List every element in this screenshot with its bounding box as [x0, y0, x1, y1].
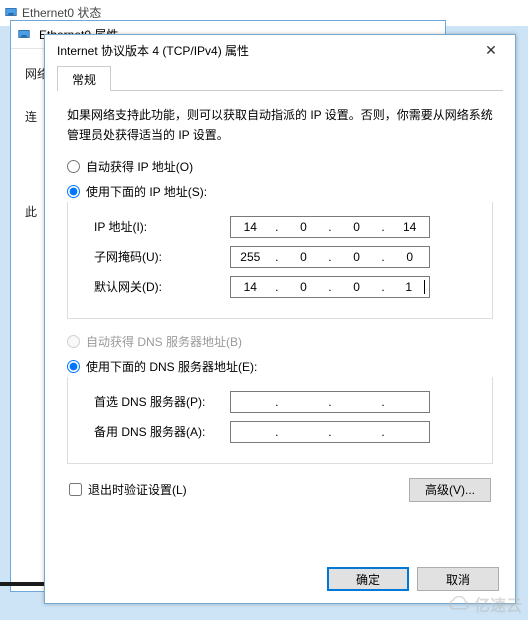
radio-ip-auto[interactable] — [67, 160, 80, 173]
radio-ip-manual-row[interactable]: 使用下面的 IP 地址(S): — [67, 183, 493, 200]
validate-on-exit-row[interactable]: 退出时验证设置(L) — [69, 481, 187, 498]
status-window-title: Ethernet0 状态 — [22, 4, 101, 21]
radio-dns-manual[interactable] — [67, 360, 80, 373]
input-default-gateway[interactable]: 14. 0. 0. 1 — [230, 276, 430, 298]
watermark: 亿速云 — [446, 592, 522, 616]
cancel-button[interactable]: 取消 — [417, 567, 499, 591]
radio-dns-auto-label: 自动获得 DNS 服务器地址(B) — [86, 333, 242, 350]
dialog-buttons: 确定 取消 — [319, 567, 499, 591]
taskbar-fragment — [0, 582, 44, 586]
radio-ip-manual-label: 使用下面的 IP 地址(S): — [86, 183, 207, 200]
row-subnet-mask: 子网掩码(U): 255. 0. 0. 0 — [80, 246, 480, 268]
footer-row: 退出时验证设置(L) 高级(V)... — [69, 478, 491, 502]
row-dns-alternate: 备用 DNS 服务器(A): . . . — [80, 421, 480, 443]
row-dns-preferred: 首选 DNS 服务器(P): . . . — [80, 391, 480, 413]
radio-dns-manual-row[interactable]: 使用下面的 DNS 服务器地址(E): — [67, 358, 493, 375]
advanced-button[interactable]: 高级(V)... — [409, 478, 491, 502]
input-dns-preferred[interactable]: . . . — [230, 391, 430, 413]
label-validate-on-exit: 退出时验证设置(L) — [88, 481, 187, 498]
label-default-gateway: 默认网关(D): — [80, 278, 230, 295]
dialog-titlebar: Internet 协议版本 4 (TCP/IPv4) 属性 ✕ — [45, 35, 515, 65]
cloud-icon — [446, 596, 472, 612]
tab-general[interactable]: 常规 — [57, 66, 111, 91]
dialog-body: 如果网络支持此功能，则可以获取自动指派的 IP 设置。否则，你需要从网络系统管理… — [45, 91, 515, 508]
label-subnet-mask: 子网掩码(U): — [80, 248, 230, 265]
ip-group: IP 地址(I): 14. 0. 0. 14 子网掩码(U): 255. 0. … — [67, 202, 493, 319]
row-ip-address: IP 地址(I): 14. 0. 0. 14 — [80, 216, 480, 238]
ethernet-icon — [17, 27, 31, 41]
input-ip-address[interactable]: 14. 0. 0. 14 — [230, 216, 430, 238]
radio-ip-auto-row[interactable]: 自动获得 IP 地址(O) — [67, 158, 493, 175]
ok-button[interactable]: 确定 — [327, 567, 409, 591]
radio-dns-manual-label: 使用下面的 DNS 服务器地址(E): — [86, 358, 257, 375]
ethernet-icon — [4, 5, 18, 19]
close-button[interactable]: ✕ — [477, 39, 505, 61]
row-default-gateway: 默认网关(D): 14. 0. 0. 1 — [80, 276, 480, 298]
label-ip-address: IP 地址(I): — [80, 218, 230, 235]
radio-dns-auto-row: 自动获得 DNS 服务器地址(B) — [67, 333, 493, 350]
label-dns-preferred: 首选 DNS 服务器(P): — [80, 393, 230, 410]
dialog-title: Internet 协议版本 4 (TCP/IPv4) 属性 — [57, 42, 477, 59]
ipv4-properties-dialog: Internet 协议版本 4 (TCP/IPv4) 属性 ✕ 常规 如果网络支… — [44, 34, 516, 604]
radio-ip-manual[interactable] — [67, 185, 80, 198]
radio-ip-auto-label: 自动获得 IP 地址(O) — [86, 158, 193, 175]
radio-dns-auto — [67, 335, 80, 348]
label-dns-alternate: 备用 DNS 服务器(A): — [80, 423, 230, 440]
tabstrip: 常规 — [57, 65, 503, 91]
intro-text: 如果网络支持此功能，则可以获取自动指派的 IP 设置。否则，你需要从网络系统管理… — [67, 105, 493, 146]
input-subnet-mask[interactable]: 255. 0. 0. 0 — [230, 246, 430, 268]
checkbox-validate-on-exit[interactable] — [69, 483, 82, 496]
dns-group: 首选 DNS 服务器(P): . . . 备用 DNS 服务器(A): . . … — [67, 377, 493, 464]
input-dns-alternate[interactable]: . . . — [230, 421, 430, 443]
